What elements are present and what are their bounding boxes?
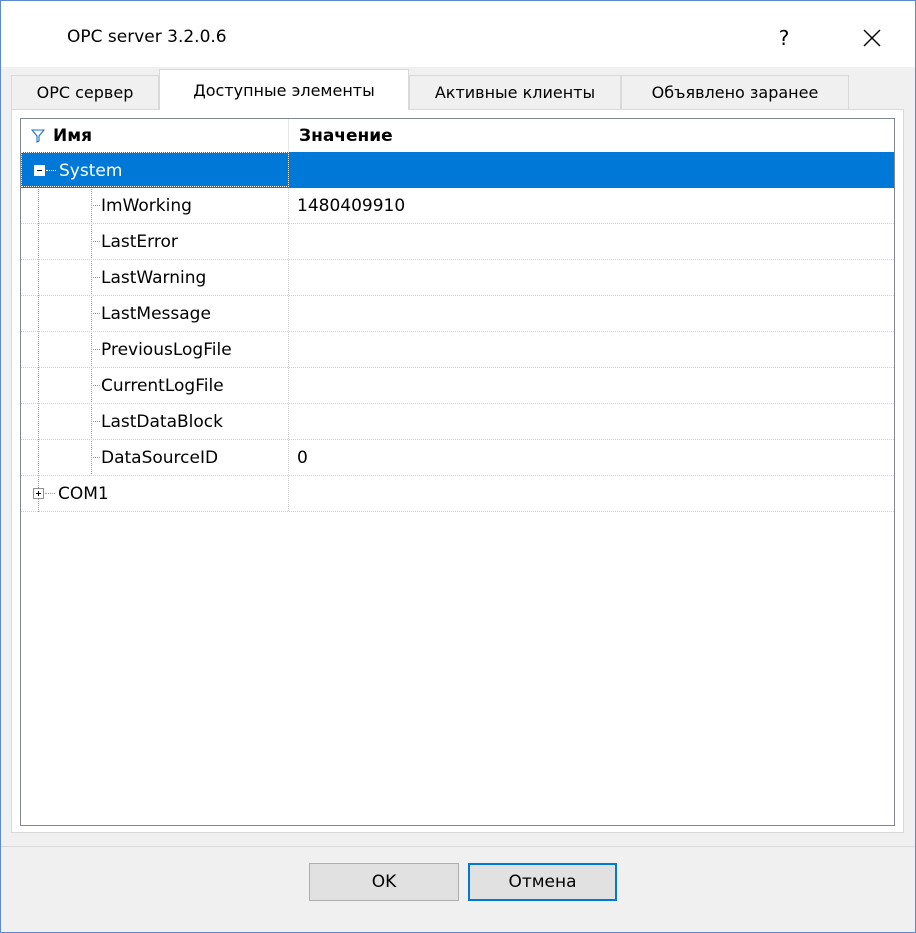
tab-opc-server[interactable]: OPC сервер bbox=[11, 75, 159, 109]
tree-node-value bbox=[289, 152, 894, 187]
ok-button-label: OK bbox=[371, 872, 397, 892]
tree-node-label: LastWarning bbox=[101, 267, 207, 288]
tree-node-label: LastMessage bbox=[101, 303, 211, 324]
close-icon bbox=[863, 29, 881, 47]
tab-label: Активные клиенты bbox=[434, 83, 596, 102]
tree-node-label: DataSourceID bbox=[101, 447, 219, 468]
tree-node-lastwarning[interactable]: LastWarning bbox=[21, 260, 894, 296]
tab-predeclared[interactable]: Объявлено заранее bbox=[621, 75, 849, 109]
column-header-value-label: Значение bbox=[299, 125, 393, 146]
tree-node-value bbox=[289, 260, 894, 295]
tab-active-clients[interactable]: Активные клиенты bbox=[409, 75, 621, 109]
tab-strip: OPC сервер Доступные элементы Активные к… bbox=[1, 67, 915, 111]
collapse-icon[interactable] bbox=[34, 165, 45, 176]
tab-available-items[interactable]: Доступные элементы bbox=[159, 69, 409, 110]
filter-icon[interactable] bbox=[31, 128, 45, 143]
title-bar[interactable]: OPC server 3.2.0.6 ? bbox=[1, 1, 915, 67]
items-tree[interactable]: Имя Значение System ImWorking 1480409910… bbox=[20, 118, 895, 826]
column-header-name[interactable]: Имя bbox=[21, 119, 289, 152]
tree-node-lastmessage[interactable]: LastMessage bbox=[21, 296, 894, 332]
close-button[interactable] bbox=[844, 15, 900, 61]
tree-node-imworking[interactable]: ImWorking 1480409910 bbox=[21, 188, 894, 224]
tab-label: Объявлено заранее bbox=[651, 83, 819, 102]
tree-node-lasterror[interactable]: LastError bbox=[21, 224, 894, 260]
tree-node-value bbox=[289, 224, 894, 259]
column-header-name-label: Имя bbox=[53, 125, 93, 146]
tree-node-value bbox=[289, 332, 894, 367]
tree-node-label: CurrentLogFile bbox=[101, 375, 224, 396]
tree-node-datasourceid[interactable]: DataSourceID 0 bbox=[21, 440, 894, 476]
window-title: OPC server 3.2.0.6 bbox=[67, 27, 227, 47]
tab-label: Доступные элементы bbox=[193, 80, 375, 100]
tree-node-value bbox=[289, 476, 894, 511]
tree-node-lastdatablock[interactable]: LastDataBlock bbox=[21, 404, 894, 440]
cancel-button[interactable]: Отмена bbox=[468, 863, 617, 901]
tree-header: Имя Значение bbox=[21, 119, 894, 152]
tree-node-label: COM1 bbox=[58, 483, 109, 504]
tree-node-value: 0 bbox=[297, 447, 308, 468]
tree-node-label: LastError bbox=[101, 231, 178, 252]
tree-node-value bbox=[289, 296, 894, 331]
tree-node-value bbox=[289, 368, 894, 403]
tab-panel: Имя Значение System ImWorking 1480409910… bbox=[11, 109, 904, 833]
tree-node-system[interactable]: System bbox=[21, 152, 894, 188]
footer-divider bbox=[1, 846, 915, 847]
tree-node-value bbox=[289, 404, 894, 439]
tree-node-com1[interactable]: COM1 bbox=[21, 476, 894, 512]
cancel-button-label: Отмена bbox=[508, 872, 577, 892]
tree-node-previouslogfile[interactable]: PreviousLogFile bbox=[21, 332, 894, 368]
tree-node-currentlogfile[interactable]: CurrentLogFile bbox=[21, 368, 894, 404]
expand-icon[interactable] bbox=[33, 488, 44, 499]
dialog-window: OPC server 3.2.0.6 ? OPC сервер Доступны… bbox=[0, 0, 916, 933]
help-icon: ? bbox=[778, 26, 790, 50]
tree-node-label: ImWorking bbox=[101, 195, 192, 216]
tree-node-label: PreviousLogFile bbox=[101, 339, 232, 360]
column-header-value[interactable]: Значение bbox=[289, 119, 894, 152]
tab-label: OPC сервер bbox=[36, 83, 134, 102]
help-button[interactable]: ? bbox=[756, 15, 812, 61]
ok-button[interactable]: OK bbox=[309, 863, 459, 901]
tree-node-label: LastDataBlock bbox=[101, 411, 223, 432]
tree-node-value: 1480409910 bbox=[297, 195, 406, 216]
tree-node-label: System bbox=[59, 160, 123, 181]
